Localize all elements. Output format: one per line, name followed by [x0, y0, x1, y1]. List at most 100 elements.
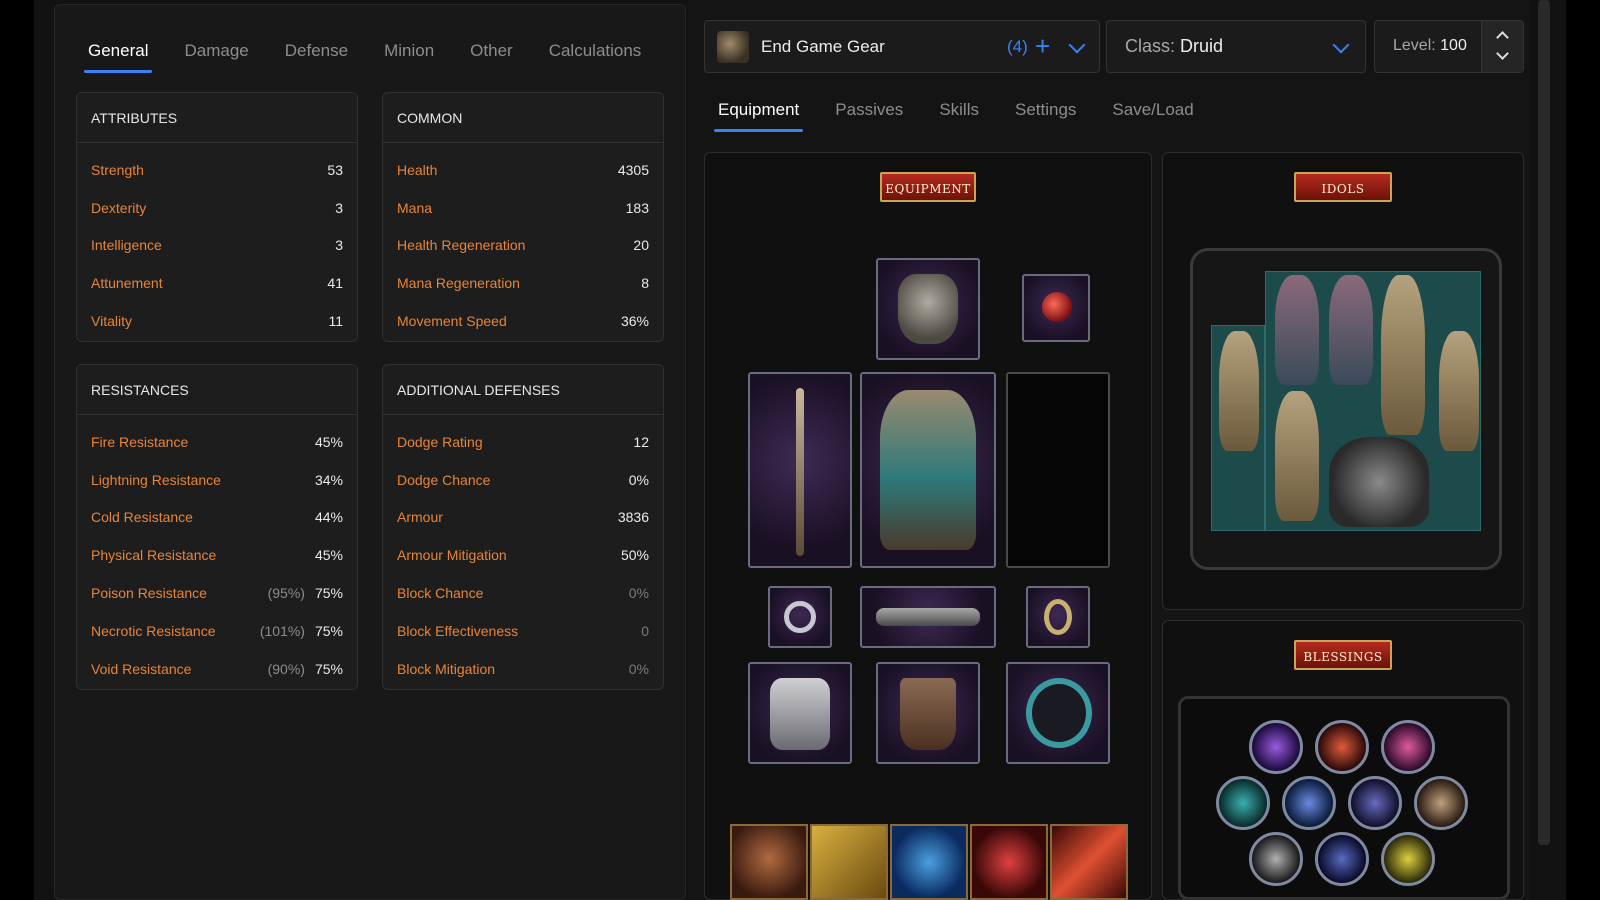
blessing-orb[interactable] [1282, 776, 1336, 830]
stat-value: 20 [633, 237, 649, 254]
stat-label: Vitality [91, 313, 132, 330]
stat-value: 75% [314, 660, 343, 677]
skill-slot[interactable] [890, 824, 968, 900]
tab-other[interactable]: Other [470, 41, 513, 73]
stat-row: Attunement 41 [77, 264, 357, 302]
stat-value: 11 [328, 313, 343, 330]
blessing-orb[interactable] [1315, 832, 1369, 886]
stat-value: 0% [628, 471, 649, 488]
ring-right-slot[interactable] [1026, 586, 1090, 648]
amulet-slot[interactable] [1022, 274, 1090, 342]
blessing-orb[interactable] [1381, 720, 1435, 774]
relic-icon [1026, 678, 1092, 748]
tab-general[interactable]: General [83, 41, 154, 73]
stat-label: Health [397, 161, 438, 178]
blessing-orb[interactable] [1216, 776, 1270, 830]
additional-defenses-panel: ADDITIONAL DEFENSES Dodge Rating 12 Dodge… [382, 364, 664, 690]
stat-row: Poison Resistance (95%) 75% [77, 574, 357, 612]
chevron-down-icon[interactable] [1068, 36, 1086, 54]
class-select[interactable]: Class: Druid [1106, 20, 1366, 73]
tab-minion[interactable]: Minion [384, 41, 434, 73]
stat-value: 53 [327, 161, 343, 178]
tab-equipment[interactable]: Equipment [713, 100, 804, 132]
level-stepper[interactable]: Level: 100 [1374, 20, 1524, 73]
skill-slot[interactable] [970, 824, 1048, 900]
panel-title: RESISTANCES [77, 365, 357, 415]
stat-label: Armour Mitigation [397, 547, 507, 564]
belt-icon [876, 608, 980, 626]
blessing-orb[interactable] [1414, 776, 1468, 830]
body-armor-slot[interactable] [860, 372, 996, 568]
chevron-down-icon[interactable] [1496, 47, 1509, 60]
attributes-panel: ATTRIBUTES Strength 53 Dexterity 3 Intelli… [76, 92, 358, 342]
amulet-icon [1042, 292, 1072, 322]
tab-passives[interactable]: Passives [835, 100, 903, 132]
stat-row: Dexterity 3 [77, 189, 357, 227]
helmet-slot[interactable] [876, 258, 980, 360]
relic-slot[interactable] [1006, 662, 1110, 764]
stat-value: 183 [625, 199, 649, 216]
stat-value: 75% [314, 585, 343, 602]
stat-uncapped: (90%) [267, 660, 305, 677]
gear-set-selector[interactable]: End Game Gear (4) + [704, 20, 1100, 73]
chevron-down-icon[interactable] [1332, 36, 1350, 54]
blessing-orb[interactable] [1315, 720, 1369, 774]
blessing-orb[interactable] [1381, 832, 1435, 886]
skill-slot[interactable] [810, 824, 888, 900]
blessing-orb[interactable] [1249, 720, 1303, 774]
stat-value: 45% [314, 547, 343, 564]
stat-label: Mana Regeneration [397, 275, 520, 292]
stat-label: Dexterity [91, 199, 147, 216]
stat-row: Vitality 11 [77, 302, 357, 340]
stat-value: 0 [641, 622, 649, 639]
gear-set-icon [717, 31, 749, 63]
stat-row: Block Chance 0% [383, 574, 663, 612]
boots-slot[interactable] [876, 662, 980, 764]
stat-row: Physical Resistance 45% [77, 536, 357, 574]
tab-settings[interactable]: Settings [1015, 100, 1076, 132]
stat-row: Dodge Chance 0% [383, 461, 663, 499]
stat-row: Health Regeneration 20 [383, 227, 663, 265]
tab-save-load[interactable]: Save/Load [1112, 100, 1193, 132]
stat-row: Block Mitigation 0% [383, 650, 663, 688]
stat-label: Lightning Resistance [91, 471, 221, 488]
stat-label: Block Effectiveness [397, 622, 519, 639]
tab-calculations[interactable]: Calculations [549, 41, 642, 73]
equipment-banner: EQUIPMENT [880, 172, 976, 202]
stat-label: Dodge Rating [397, 433, 483, 450]
tab-defense[interactable]: Defense [285, 41, 348, 73]
tab-damage[interactable]: Damage [184, 41, 248, 73]
belt-slot[interactable] [860, 586, 996, 648]
helmet-icon [898, 274, 958, 344]
blessing-orb[interactable] [1249, 832, 1303, 886]
stat-label: Movement Speed [397, 313, 507, 330]
weapon-slot[interactable] [748, 372, 852, 568]
boots-icon [900, 678, 956, 750]
level-prefix: Level: [1393, 37, 1441, 54]
chevron-up-icon[interactable] [1496, 31, 1509, 44]
panel-title: ADDITIONAL DEFENSES [383, 365, 663, 415]
tab-skills[interactable]: Skills [939, 100, 979, 132]
idol-icon [1329, 275, 1373, 385]
stat-value: 12 [633, 433, 649, 450]
blessing-orb[interactable] [1348, 776, 1402, 830]
ring-left-slot[interactable] [768, 586, 832, 648]
stat-row: Intelligence 3 [77, 227, 357, 265]
stat-label: Physical Resistance [91, 547, 217, 564]
stat-label: Mana [397, 199, 433, 216]
build-tabs: Equipment Passives Skills Settings Save/… [713, 100, 1230, 132]
ring-icon [784, 601, 816, 633]
stat-value: 34% [314, 471, 343, 488]
stats-tabs: General Damage Defense Minion Other Calc… [83, 41, 677, 73]
stat-label: Fire Resistance [91, 433, 189, 450]
blessings-banner: BLESSINGS [1294, 640, 1392, 670]
scrollbar[interactable] [1538, 0, 1550, 845]
offhand-slot[interactable] [1006, 372, 1110, 568]
stat-row: Necrotic Resistance (101%) 75% [77, 612, 357, 650]
stat-label: Void Resistance [91, 660, 192, 677]
gloves-slot[interactable] [748, 662, 852, 764]
skill-slot[interactable] [730, 824, 808, 900]
plus-icon[interactable]: + [1035, 31, 1050, 61]
panel-title: ATTRIBUTES [77, 93, 357, 143]
skill-slot[interactable] [1050, 824, 1128, 900]
